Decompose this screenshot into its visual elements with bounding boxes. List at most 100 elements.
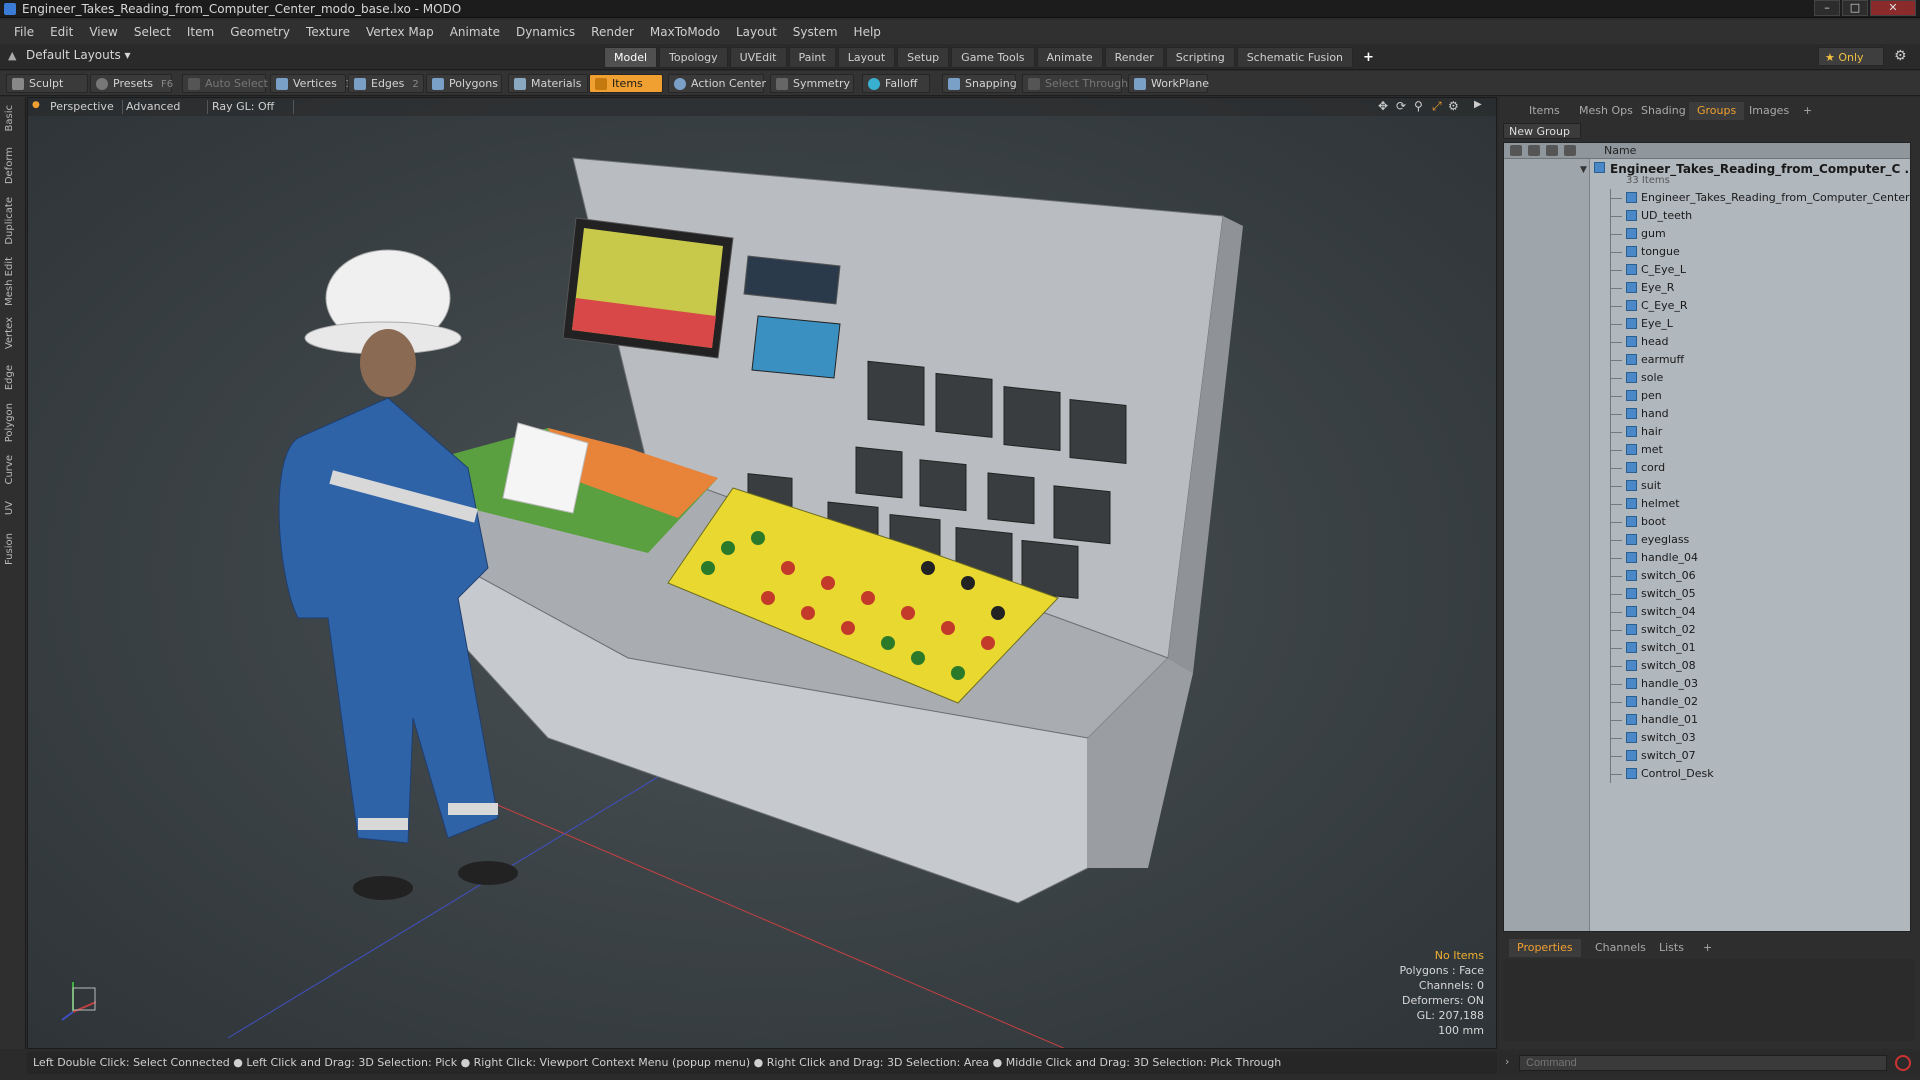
tab-model[interactable]: Model (604, 47, 658, 68)
group-item-row[interactable]: pen (1590, 387, 1910, 405)
close-button[interactable]: ✕ (1870, 0, 1916, 16)
group-item-row[interactable]: handle_02 (1590, 693, 1910, 711)
move-view-icon[interactable]: ✥ (1378, 99, 1388, 113)
group-item-row[interactable]: Eye_L (1590, 315, 1910, 333)
tab-paint[interactable]: Paint (788, 47, 836, 68)
tab-setup[interactable]: Setup (897, 47, 950, 68)
menu-help[interactable]: Help (846, 25, 889, 39)
group-item-row[interactable]: switch_01 (1590, 639, 1910, 657)
group-item-row[interactable]: suit (1590, 477, 1910, 495)
group-item-row[interactable]: hand (1590, 405, 1910, 423)
left-tab-fusion[interactable]: Fusion (4, 533, 15, 565)
group-item-row[interactable]: Engineer_Takes_Reading_from_Computer_Cen… (1590, 189, 1910, 207)
menu-vertex-map[interactable]: Vertex Map (358, 25, 442, 39)
group-item-row[interactable]: switch_07 (1590, 747, 1910, 765)
group-item-row[interactable]: switch_06 (1590, 567, 1910, 585)
viewport-settings-icon[interactable]: ⚙ (1448, 99, 1459, 113)
advanced-dropdown[interactable]: Advanced (118, 100, 208, 114)
layout-dropdown[interactable]: Default Layouts ▾ (26, 48, 131, 62)
snapping-button[interactable]: Snapping (942, 74, 1017, 93)
only-button[interactable]: ★ Only (1818, 47, 1884, 66)
left-tab-duplicate[interactable]: Duplicate (4, 197, 15, 245)
gear-icon[interactable]: ⚙ (1894, 48, 1907, 64)
lock-column-icon[interactable] (1546, 145, 1558, 156)
group-item-row[interactable]: cord (1590, 459, 1910, 477)
menu-system[interactable]: System (785, 25, 846, 39)
command-input[interactable] (1519, 1055, 1887, 1071)
groups-visibility-columns[interactable] (1504, 159, 1590, 931)
add-panel-tab-button[interactable]: + (1795, 102, 1820, 120)
menu-animate[interactable]: Animate (442, 25, 508, 39)
left-tab-polygon[interactable]: Polygon (4, 403, 15, 442)
menu-file[interactable]: File (6, 25, 42, 39)
add-properties-tab-button[interactable]: + (1695, 939, 1720, 957)
action-center-button[interactable]: Action Center (668, 74, 766, 93)
group-item-row[interactable]: head (1590, 333, 1910, 351)
minimize-button[interactable]: – (1814, 0, 1840, 16)
name-column-header[interactable]: Name (1604, 144, 1636, 157)
record-icon[interactable] (1895, 1055, 1911, 1071)
tab-topology[interactable]: Topology (659, 47, 728, 68)
menu-select[interactable]: Select (126, 25, 179, 39)
zoom-view-icon[interactable]: ⚲ (1414, 99, 1423, 113)
group-item-row[interactable]: sole (1590, 369, 1910, 387)
tab-lists[interactable]: Lists (1651, 939, 1692, 957)
tab-channels[interactable]: Channels (1587, 939, 1654, 957)
menu-item[interactable]: Item (179, 25, 222, 39)
menu-dynamics[interactable]: Dynamics (508, 25, 583, 39)
group-item-row[interactable]: handle_04 (1590, 549, 1910, 567)
menu-maxtomodo[interactable]: MaxToModo (642, 25, 728, 39)
new-group-button[interactable]: New Group (1503, 123, 1581, 139)
group-root-row[interactable]: ▼ Engineer_Takes_Reading_from_Computer_C… (1580, 159, 1910, 189)
tab-images[interactable]: Images (1741, 102, 1797, 120)
symmetry-button[interactable]: Symmetry (770, 74, 854, 93)
group-item-row[interactable]: switch_04 (1590, 603, 1910, 621)
tab-layout[interactable]: Layout (837, 47, 896, 68)
collapse-triangle-icon[interactable]: ▼ (1580, 165, 1587, 175)
left-tab-curve[interactable]: Curve (4, 455, 15, 485)
tab-properties[interactable]: Properties (1509, 939, 1581, 957)
rotate-view-icon[interactable]: ⟳ (1396, 99, 1406, 113)
render-column-icon[interactable] (1528, 145, 1540, 156)
vertices-button[interactable]: Vertices1 (270, 74, 351, 93)
tab-shading[interactable]: Shading (1633, 102, 1694, 120)
add-tab-button[interactable]: + (1355, 47, 1382, 68)
group-item-row[interactable]: switch_05 (1590, 585, 1910, 603)
workplane-button[interactable]: WorkPlane (1128, 74, 1209, 93)
perspective-dropdown[interactable]: Perspective (42, 100, 123, 114)
left-tab-uv[interactable]: UV (4, 501, 15, 515)
auto-select-button[interactable]: Auto Select (182, 74, 268, 93)
tab-scripting[interactable]: Scripting (1165, 47, 1235, 68)
group-item-row[interactable]: tongue (1590, 243, 1910, 261)
left-tab-edge[interactable]: Edge (4, 365, 15, 390)
tab-game-tools[interactable]: Game Tools (951, 47, 1035, 68)
edges-button[interactable]: Edges 2 (348, 74, 424, 93)
tab-schematic-fusion[interactable]: Schematic Fusion (1236, 47, 1354, 68)
group-item-row[interactable]: met (1590, 441, 1910, 459)
group-item-row[interactable]: C_Eye_L (1590, 261, 1910, 279)
tab-groups[interactable]: Groups (1689, 102, 1745, 120)
group-item-row[interactable]: UD_teeth (1590, 207, 1910, 225)
group-item-row[interactable]: helmet (1590, 495, 1910, 513)
raygl-dropdown[interactable]: Ray GL: Off (204, 100, 294, 114)
left-tab-vertex[interactable]: Vertex (4, 317, 15, 349)
group-item-row[interactable]: switch_08 (1590, 657, 1910, 675)
tab-mesh-ops[interactable]: Mesh Ops (1571, 102, 1641, 120)
materials-button[interactable]: Materials (508, 74, 588, 93)
menu-texture[interactable]: Texture (298, 25, 358, 39)
presets-button[interactable]: Presets F6 (90, 74, 173, 93)
fit-view-icon[interactable]: ⤢ (1432, 99, 1442, 114)
items-button[interactable]: Items (589, 74, 663, 93)
falloff-button[interactable]: Falloff (862, 74, 930, 93)
group-item-row[interactable]: switch_02 (1590, 621, 1910, 639)
tab-animate[interactable]: Animate (1036, 47, 1103, 68)
group-item-row[interactable]: boot (1590, 513, 1910, 531)
menu-render[interactable]: Render (583, 25, 642, 39)
left-tab-basic[interactable]: Basic (4, 105, 15, 131)
command-expand-icon[interactable]: › (1505, 1055, 1509, 1068)
select-column-icon[interactable] (1564, 145, 1576, 156)
expand-arrow-icon[interactable]: ▶ (1474, 99, 1482, 110)
group-item-row[interactable]: Eye_R (1590, 279, 1910, 297)
group-item-row[interactable]: gum (1590, 225, 1910, 243)
left-tab-deform[interactable]: Deform (4, 147, 15, 184)
